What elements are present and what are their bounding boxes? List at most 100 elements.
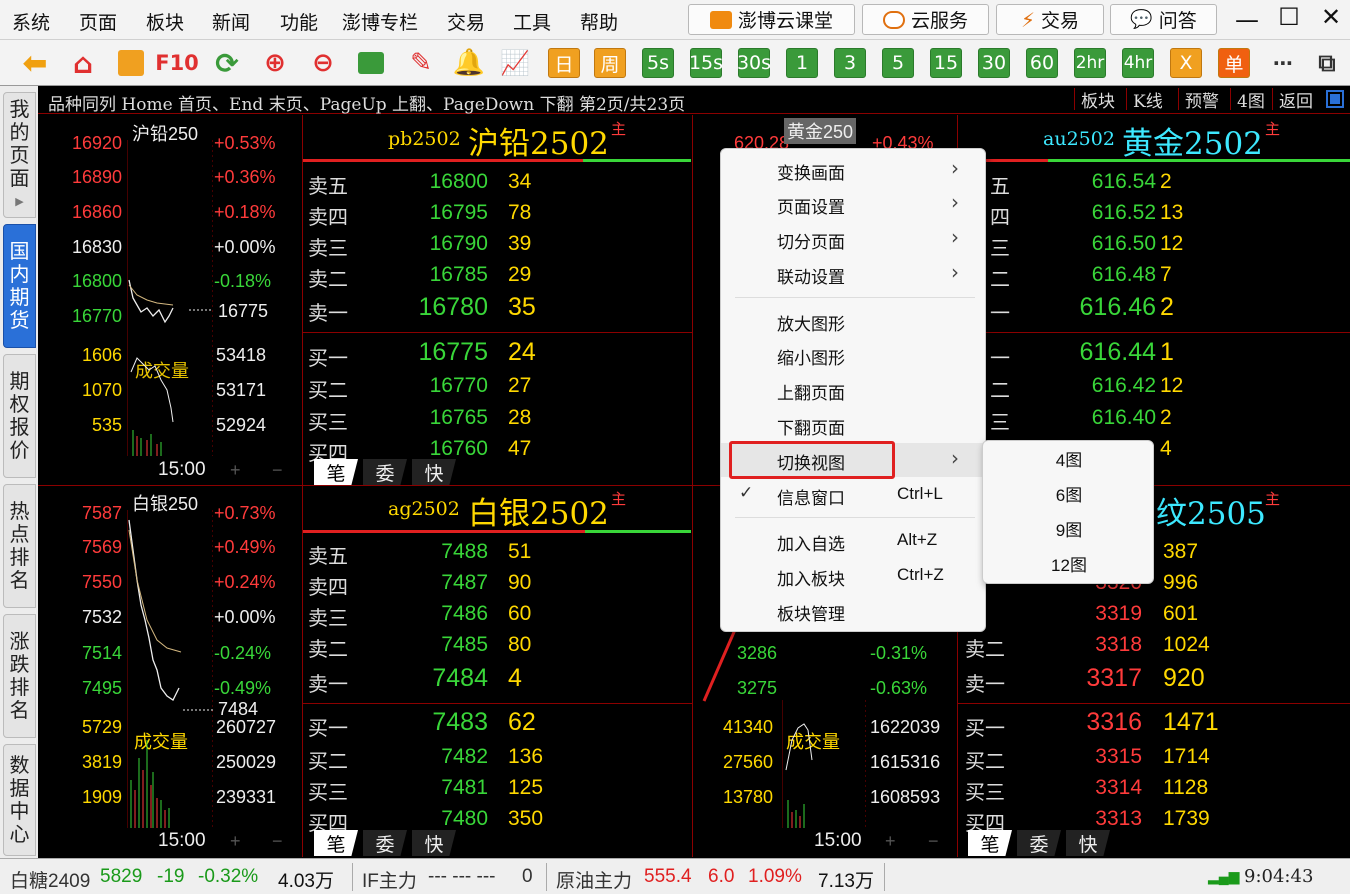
menu-tools[interactable]: 工具 bbox=[513, 8, 551, 35]
menu-item-page-down[interactable]: 下翻页面 bbox=[721, 408, 987, 442]
menu-item-info-window[interactable]: ✓ 信息窗口 Ctrl+L bbox=[721, 478, 987, 512]
period-15-button[interactable]: 15 bbox=[930, 48, 962, 78]
minus-icon[interactable]: − bbox=[272, 831, 283, 852]
close-icon[interactable]: ✕ bbox=[1316, 3, 1346, 31]
plus-icon[interactable]: + bbox=[885, 831, 896, 852]
tab-orders[interactable]: 委 bbox=[1017, 830, 1061, 856]
four-view-button[interactable]: 4图 bbox=[1230, 88, 1271, 112]
tab-orders[interactable]: 委 bbox=[363, 459, 407, 485]
period-5-button[interactable]: 5 bbox=[882, 48, 914, 78]
tab-char: 页 bbox=[9, 142, 30, 167]
trade-button[interactable]: ⚡ 交易 bbox=[996, 4, 1104, 35]
menu-item-sector-manage[interactable]: 板块管理 bbox=[721, 594, 987, 628]
period-30s-button[interactable]: 30s bbox=[737, 48, 771, 78]
x-button[interactable]: X bbox=[1170, 48, 1202, 78]
axis-volume: 13780 bbox=[723, 787, 774, 807]
axis-pct: +0.73% bbox=[214, 503, 276, 523]
bids-price: 16765 bbox=[429, 406, 488, 429]
window-icon[interactable] bbox=[354, 46, 388, 80]
tab-fast[interactable]: 快 bbox=[412, 459, 456, 485]
ticker-name[interactable]: 白糖2409 bbox=[10, 866, 90, 893]
refresh-icon[interactable]: ⟳ bbox=[210, 46, 244, 80]
zoom-in-icon[interactable]: ⊕ bbox=[258, 46, 292, 80]
menu-function[interactable]: 功能 bbox=[280, 8, 318, 35]
sector-button[interactable]: 板块 bbox=[1074, 88, 1121, 112]
period-60-button[interactable]: 60 bbox=[1026, 48, 1058, 78]
blue-square-icon[interactable] bbox=[1326, 90, 1344, 108]
menu-page[interactable]: 页面 bbox=[79, 8, 117, 35]
menu-column[interactable]: 澎博专栏 bbox=[342, 8, 418, 35]
menu-item-split-page[interactable]: 切分页面 › bbox=[721, 222, 987, 256]
menu-item-add-sector[interactable]: 加入板块 Ctrl+Z bbox=[721, 559, 987, 593]
submenu-item-6-view[interactable]: 6图 bbox=[983, 478, 1155, 513]
period-4hr-button[interactable]: 4hr bbox=[1122, 48, 1154, 78]
tab-options[interactable]: 期权报价 bbox=[3, 354, 36, 478]
ketang-button[interactable]: 澎博云课堂 bbox=[688, 4, 855, 35]
tab-orders[interactable]: 委 bbox=[363, 830, 407, 856]
maximize-icon[interactable]: ☐ bbox=[1274, 3, 1304, 31]
plus-icon[interactable]: + bbox=[230, 460, 241, 481]
tab-domestic-futures[interactable]: 国内期货 bbox=[3, 224, 36, 348]
status-divider bbox=[546, 863, 547, 891]
tab-fast[interactable]: 快 bbox=[412, 830, 456, 856]
menu-item-zoom-in[interactable]: 放大图形 bbox=[721, 304, 987, 338]
minimize-icon[interactable]: — bbox=[1232, 6, 1262, 34]
tab-hot-rank[interactable]: 热点排名 bbox=[3, 484, 36, 608]
ticker-name[interactable]: IF主力 bbox=[362, 866, 417, 893]
menu-news[interactable]: 新闻 bbox=[212, 8, 250, 35]
pen-icon[interactable]: ✎ bbox=[404, 46, 438, 80]
menu-sector[interactable]: 板块 bbox=[146, 8, 184, 35]
menu-item-switch-screen[interactable]: 变换画面 › bbox=[721, 153, 987, 187]
f10-button[interactable]: F10 bbox=[155, 46, 199, 80]
period-2hr-button[interactable]: 2hr bbox=[1074, 48, 1106, 78]
back-arrow-icon[interactable]: ⬅ bbox=[18, 46, 52, 81]
submenu-item-9-view[interactable]: 9图 bbox=[983, 513, 1155, 548]
menu-item-page-settings[interactable]: 页面设置 › bbox=[721, 187, 987, 221]
bell-icon[interactable]: 🔔 bbox=[452, 46, 486, 80]
period-15s-button[interactable]: 15s bbox=[689, 48, 723, 78]
menu-item-add-watchlist[interactable]: 加入自选 Alt+Z bbox=[721, 524, 987, 558]
plus-icon[interactable]: + bbox=[230, 831, 241, 852]
ticker-name[interactable]: 原油主力 bbox=[556, 866, 632, 893]
week-button[interactable]: 周 bbox=[594, 48, 626, 78]
zoom-out-icon[interactable]: ⊖ bbox=[306, 46, 340, 80]
minus-icon[interactable]: − bbox=[928, 831, 939, 852]
qa-button[interactable]: 💬 问答 bbox=[1110, 4, 1217, 35]
kline-button[interactable]: K线 bbox=[1126, 88, 1169, 112]
news-icon[interactable] bbox=[114, 46, 148, 80]
tab-data-center[interactable]: 数据中心 bbox=[3, 744, 36, 856]
tab-ticks[interactable]: 笔 bbox=[968, 830, 1012, 856]
period-3-button[interactable]: 3 bbox=[834, 48, 866, 78]
cloud-button[interactable]: 云服务 bbox=[862, 4, 989, 35]
menu-item-link-settings[interactable]: 联动设置 › bbox=[721, 257, 987, 291]
time-label: 15:00 bbox=[158, 830, 206, 851]
layout-icon[interactable]: ⧉ bbox=[1310, 46, 1344, 80]
more-icon[interactable]: ⋯ bbox=[1266, 46, 1300, 80]
menu-trade[interactable]: 交易 bbox=[447, 8, 485, 35]
tab-ticks[interactable]: 笔 bbox=[314, 459, 358, 485]
tab-my-page[interactable]: 我的页面 ▶ bbox=[3, 92, 36, 218]
submenu-item-12-view[interactable]: 12图 bbox=[983, 548, 1155, 583]
asks-volume: 51 bbox=[508, 540, 532, 563]
trend-icon[interactable]: 📈 bbox=[498, 46, 532, 80]
home-icon[interactable]: ⌂ bbox=[66, 46, 100, 80]
period-5s-button[interactable]: 5s bbox=[642, 48, 674, 78]
tab-change-rank[interactable]: 涨跌排名 bbox=[3, 614, 36, 738]
menu-item-page-up[interactable]: 上翻页面 bbox=[721, 373, 987, 407]
tab-fast[interactable]: 快 bbox=[1066, 830, 1110, 856]
tab-ticks[interactable]: 笔 bbox=[314, 830, 358, 856]
book-divider bbox=[303, 332, 692, 333]
menu-system[interactable]: 系统 bbox=[12, 8, 50, 35]
period-30-button[interactable]: 30 bbox=[978, 48, 1010, 78]
toolbar: ⬅ ⌂ F10 ⟳ ⊕ ⊖ ✎ 🔔 📈 日 周 5s 15s 30s 1 3 5… bbox=[0, 40, 1350, 86]
bids-level-label: 买一 bbox=[308, 716, 348, 740]
back-button[interactable]: 返回 bbox=[1272, 88, 1319, 112]
minus-icon[interactable]: − bbox=[272, 460, 283, 481]
period-1-button[interactable]: 1 bbox=[786, 48, 818, 78]
alert-button[interactable]: 预警 bbox=[1178, 88, 1225, 112]
submenu-item-4-view[interactable]: 4图 bbox=[983, 443, 1155, 478]
menu-help[interactable]: 帮助 bbox=[580, 8, 618, 35]
day-button[interactable]: 日 bbox=[548, 48, 580, 78]
menu-item-zoom-out[interactable]: 缩小图形 bbox=[721, 338, 987, 372]
order-button[interactable]: 单 bbox=[1218, 48, 1250, 78]
